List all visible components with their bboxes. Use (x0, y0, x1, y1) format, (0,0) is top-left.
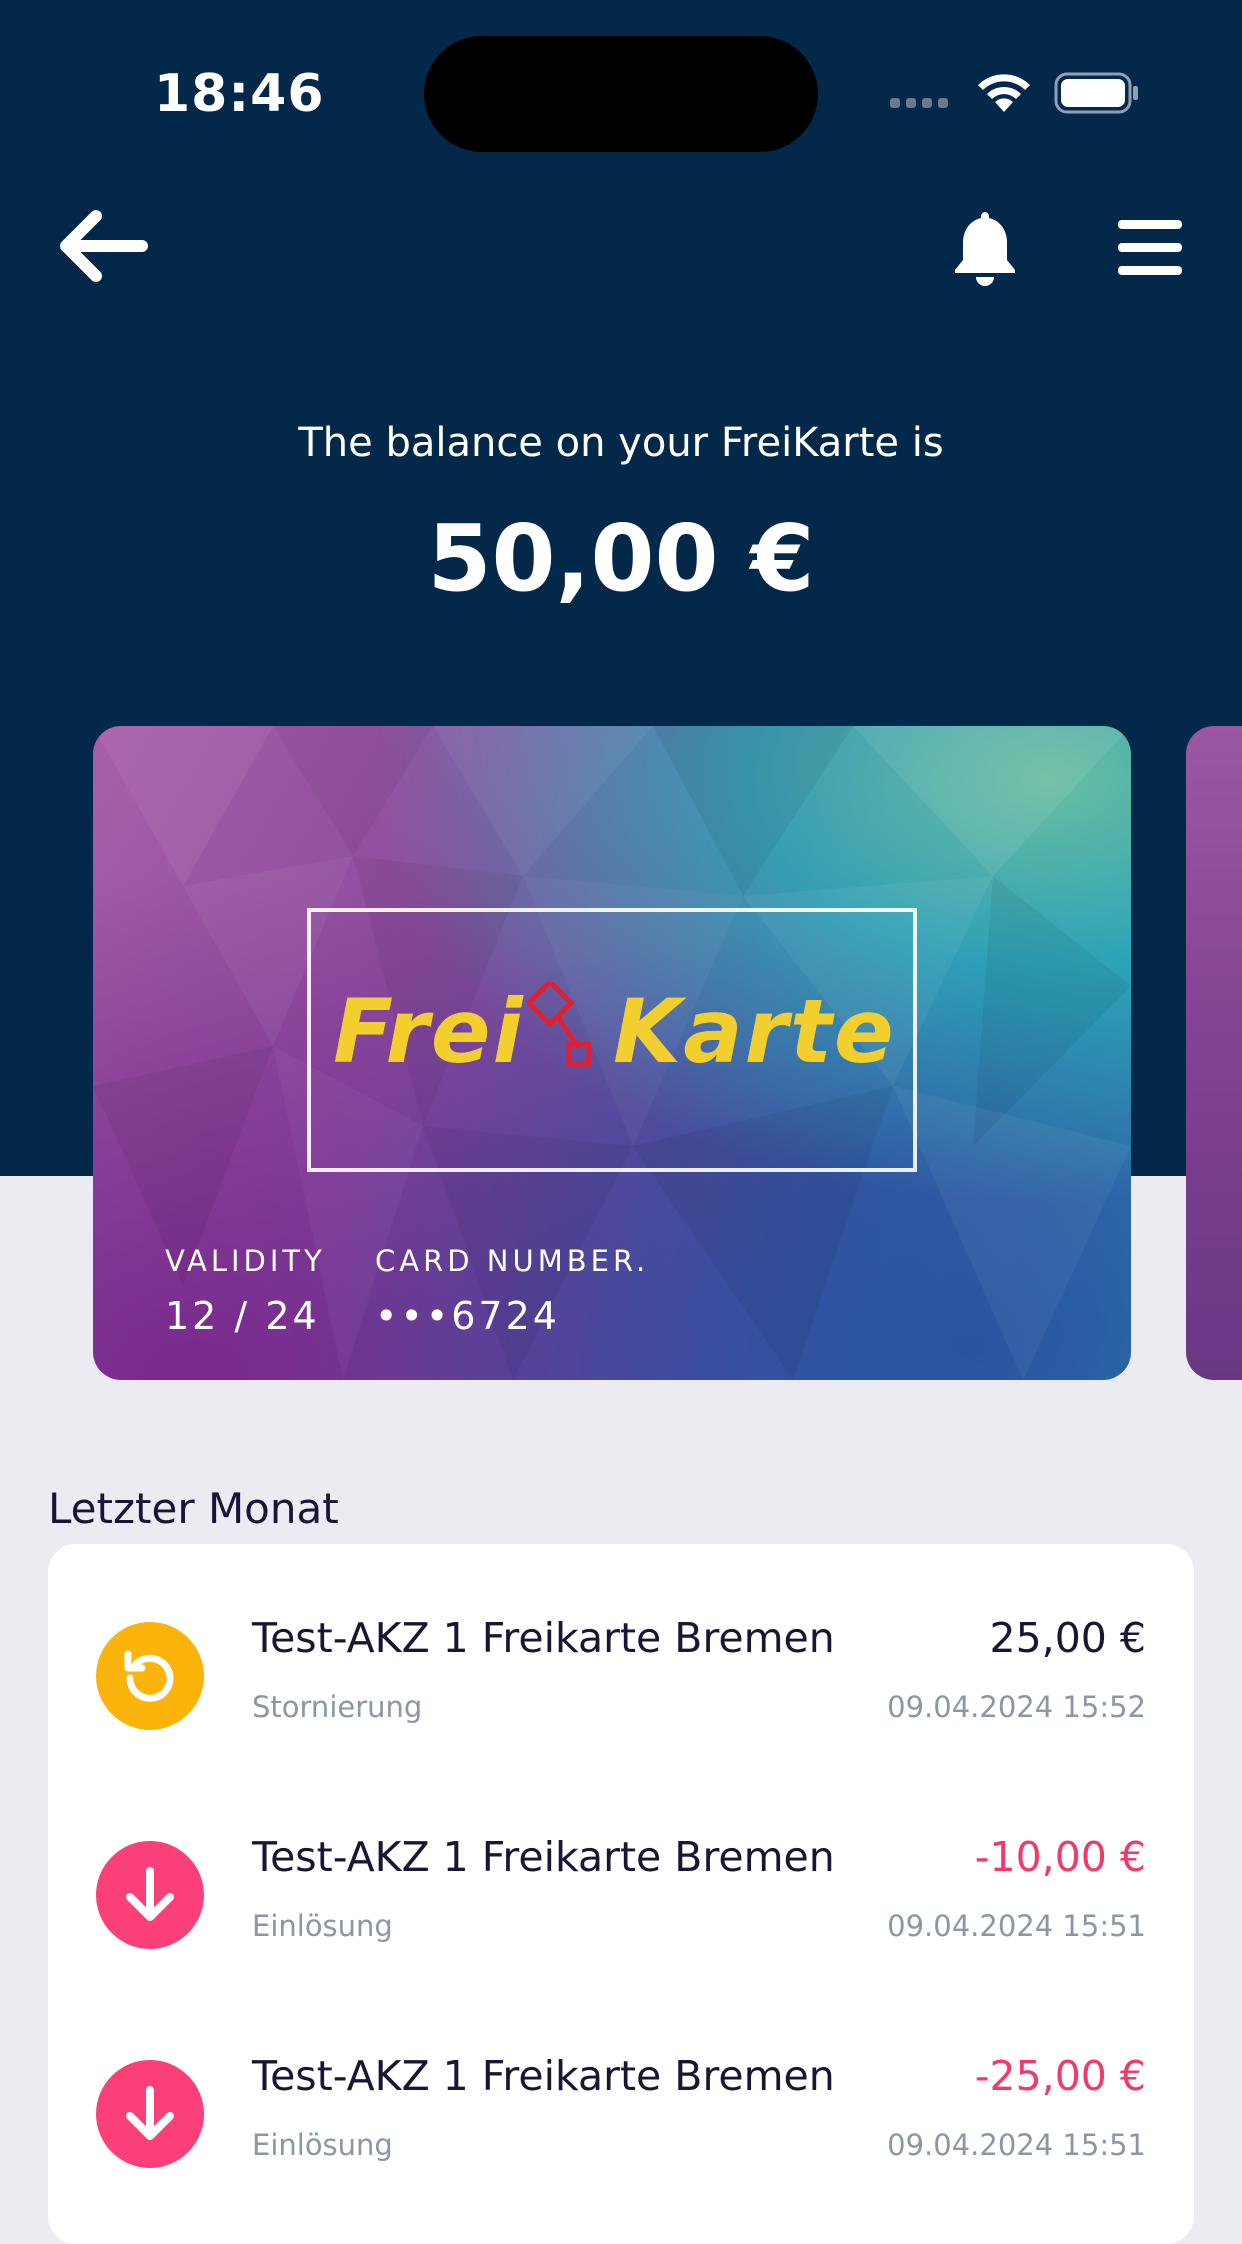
card-number-label: CARD NUMBER. (375, 1244, 650, 1278)
next-card-peek[interactable] (1186, 726, 1242, 1380)
transactions-section-title: Letzter Monat (48, 1484, 339, 1533)
back-arrow-icon[interactable] (56, 204, 148, 288)
card-logo-text: Frei (333, 980, 525, 1083)
transaction-title: Test-AKZ 1 Freikarte Bremen (252, 1833, 835, 1881)
transactions-list: Test-AKZ 1 Freikarte Bremen Stornierung … (48, 1544, 1194, 2244)
transaction-amount: 25,00 € (989, 1614, 1147, 1662)
transaction-title: Test-AKZ 1 Freikarte Bremen (252, 2052, 835, 2100)
card-number-value: •••6724 (375, 1294, 560, 1338)
balance-label: The balance on your FreiKarte is (298, 420, 944, 466)
hamburger-menu-icon[interactable] (1118, 218, 1182, 278)
arrow-down-icon (96, 1841, 204, 1949)
undo-icon (96, 1622, 204, 1730)
dynamic-island (424, 36, 818, 152)
transaction-amount: -25,00 € (974, 2052, 1146, 2100)
balance-amount: 50,00 € (427, 505, 815, 612)
status-time: 18:46 (154, 64, 325, 124)
freikarte-card[interactable]: Frei Karte VALIDITY 12 / 24 CARD NUMBER.… (93, 726, 1131, 1380)
transaction-row[interactable]: Test-AKZ 1 Freikarte Bremen Stornierung … (48, 1544, 1194, 1744)
transaction-date: 09.04.2024 15:52 (887, 1690, 1146, 1724)
transaction-amount: -10,00 € (974, 1833, 1146, 1881)
transaction-title: Test-AKZ 1 Freikarte Bremen (252, 1614, 835, 1662)
battery-icon (1054, 72, 1138, 114)
transaction-date: 09.04.2024 15:51 (887, 1909, 1146, 1943)
transaction-date: 09.04.2024 15:51 (887, 2128, 1146, 2162)
card-logo-text: Karte (613, 980, 896, 1083)
cellular-signal-icon (890, 98, 948, 108)
validity-label: VALIDITY (165, 1244, 326, 1278)
transaction-type: Einlösung (252, 2128, 393, 2162)
transaction-row[interactable]: Test-AKZ 1 Freikarte Bremen Einlösung -1… (48, 1763, 1194, 1963)
bell-icon[interactable] (950, 208, 1020, 288)
validity-value: 12 / 24 (165, 1294, 320, 1338)
arrow-down-icon (96, 2060, 204, 2168)
transaction-row[interactable]: Test-AKZ 1 Freikarte Bremen Einlösung -2… (48, 1982, 1194, 2182)
wifi-icon (978, 74, 1030, 112)
transaction-type: Stornierung (252, 1690, 423, 1724)
key-icon (527, 982, 592, 1067)
transaction-type: Einlösung (252, 1909, 393, 1943)
